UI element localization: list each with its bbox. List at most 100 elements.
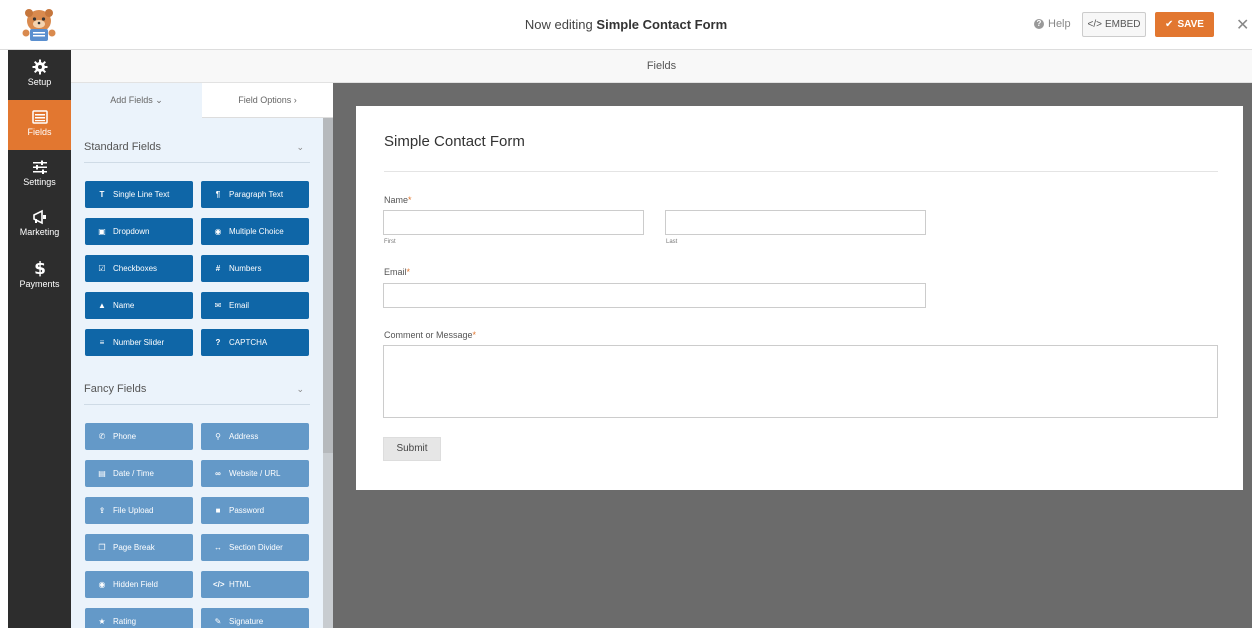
field-label: Email — [229, 301, 250, 310]
first-name-input[interactable] — [383, 210, 644, 235]
paragraph-icon: ¶ — [215, 190, 221, 199]
field-button-checkboxes[interactable]: ☑ Checkboxes — [85, 255, 193, 282]
standard-fields-header[interactable]: Standard Fields ⌄ — [84, 133, 310, 163]
tab-field-options[interactable]: Field Options › — [202, 83, 333, 118]
nav-item-fields[interactable]: Fields — [8, 100, 71, 150]
fancy-fields-header[interactable]: Fancy Fields ⌄ — [84, 375, 310, 405]
field-label: Website / URL — [229, 469, 281, 478]
field-label: File Upload — [113, 506, 154, 515]
code-icon: </> — [213, 580, 225, 589]
save-label: SAVE — [1177, 19, 1204, 30]
field-button-rating[interactable]: ★ Rating — [85, 608, 193, 628]
slider-icon: ≡ — [99, 338, 105, 347]
field-button-password[interactable]: ■ Password — [201, 497, 309, 524]
field-button-dropdown[interactable]: ▣ Dropdown — [85, 218, 193, 245]
last-name-sublabel: Last — [666, 239, 678, 245]
field-button-signature[interactable]: ✎ Signature — [201, 608, 309, 628]
required-mark: * — [408, 195, 412, 205]
message-field-label[interactable]: Comment or Message* — [384, 330, 476, 340]
field-button-paragraph-text[interactable]: ¶ Paragraph Text — [201, 181, 309, 208]
field-label: Hidden Field — [113, 580, 158, 589]
last-name-input[interactable] — [665, 210, 926, 235]
form-title[interactable]: Simple Contact Form — [384, 133, 525, 150]
name-field-label[interactable]: Name* — [384, 195, 412, 205]
field-button-number-slider[interactable]: ≡ Number Slider — [85, 329, 193, 356]
field-label: Phone — [113, 432, 137, 441]
label-text: Comment or Message — [384, 330, 473, 340]
field-label: Paragraph Text — [229, 190, 284, 199]
check-icon: ✔ — [1165, 19, 1174, 30]
question-icon: ? — [215, 338, 221, 347]
field-button-file-upload[interactable]: ⇪ File Upload — [85, 497, 193, 524]
field-button-numbers[interactable]: # Numbers — [201, 255, 309, 282]
link-icon: ∞ — [215, 469, 221, 478]
field-button-section-divider[interactable]: ↔ Section Divider — [201, 534, 309, 561]
group-title: Fancy Fields — [84, 383, 147, 395]
field-button-single-line-text[interactable]: T Single Line Text — [85, 181, 193, 208]
help-label: Help — [1048, 18, 1071, 30]
nav-item-setup[interactable]: Setup — [8, 50, 71, 100]
nav-label: Fields — [27, 127, 52, 137]
hash-icon: # — [215, 264, 221, 273]
email-field-label[interactable]: Email* — [384, 267, 410, 277]
calendar-icon: ▤ — [98, 469, 106, 478]
fields-header: Fields — [71, 50, 1252, 83]
field-label: Dropdown — [113, 227, 150, 236]
field-button-phone[interactable]: ✆ Phone — [85, 423, 193, 450]
fields-panel: Add Fields ⌄ Field Options › Standard Fi… — [71, 83, 333, 628]
nav-label: Setup — [27, 77, 52, 87]
title-prefix: Now editing — [524, 17, 593, 32]
field-button-page-break[interactable]: ❐ Page Break — [85, 534, 193, 561]
submit-button[interactable]: Submit — [383, 437, 441, 461]
nav-label: Settings — [23, 177, 56, 187]
email-input[interactable] — [383, 283, 926, 308]
nav-item-payments[interactable]: $ Payments — [8, 250, 71, 300]
field-button-multiple-choice[interactable]: ◉ Multiple Choice — [201, 218, 309, 245]
nav-label: Marketing — [19, 227, 60, 237]
field-label: Checkboxes — [113, 264, 158, 273]
nav-item-settings[interactable]: Settings — [8, 150, 71, 200]
field-button-website-url[interactable]: ∞ Website / URL — [201, 460, 309, 487]
field-button-email[interactable]: ✉ Email — [201, 292, 309, 319]
fields-list: Standard Fields ⌄ T Single Line Text ¶ P… — [71, 118, 333, 628]
map-pin-icon: ⚲ — [215, 432, 221, 441]
field-label: Multiple Choice — [229, 227, 284, 236]
text-icon: T — [99, 190, 105, 199]
form-divider — [384, 171, 1218, 172]
field-label: Address — [229, 432, 259, 441]
field-label: HTML — [229, 580, 251, 589]
eye-icon: ◉ — [98, 580, 106, 589]
save-button[interactable]: ✔ SAVE — [1155, 12, 1214, 37]
dropdown-icon: ▣ — [98, 227, 106, 236]
gear-icon — [32, 59, 47, 75]
field-button-hidden-field[interactable]: ◉ Hidden Field — [85, 571, 193, 598]
left-nav: Setup Fields Settings Marketing $ Paymen… — [8, 50, 71, 628]
embed-button[interactable]: </> EMBED — [1082, 12, 1146, 37]
field-button-captcha[interactable]: ? CAPTCHA — [201, 329, 309, 356]
required-mark: * — [406, 267, 411, 277]
tab-label: Field Options — [238, 95, 292, 105]
close-icon[interactable]: ✕ — [1236, 15, 1249, 35]
copy-icon: ❐ — [98, 543, 106, 552]
field-label: Date / Time — [113, 469, 154, 478]
svg-text:$: $ — [34, 259, 46, 277]
field-label: Password — [229, 506, 265, 515]
code-icon: </> — [1087, 19, 1102, 30]
dollar-icon: $ — [34, 259, 46, 277]
message-textarea[interactable] — [383, 345, 1218, 418]
nav-item-marketing[interactable]: Marketing — [8, 200, 71, 250]
field-button-address[interactable]: ⚲ Address — [201, 423, 309, 450]
fields-icon — [31, 110, 48, 124]
tab-add-fields[interactable]: Add Fields ⌄ — [71, 83, 202, 118]
field-button-date-time[interactable]: ▤ Date / Time — [85, 460, 193, 487]
field-label: Number Slider — [113, 338, 165, 347]
sliders-icon — [32, 160, 47, 174]
help-link[interactable]: ? Help — [1034, 18, 1071, 30]
megaphone-icon — [32, 209, 46, 225]
chevron-down-icon: ⌄ — [155, 95, 163, 105]
upload-icon: ⇪ — [98, 506, 106, 515]
field-button-name[interactable]: ▲ Name — [85, 292, 193, 319]
panel-scrollbar-thumb[interactable] — [323, 118, 333, 453]
envelope-icon: ✉ — [214, 301, 222, 310]
field-button-html[interactable]: </> HTML — [201, 571, 309, 598]
